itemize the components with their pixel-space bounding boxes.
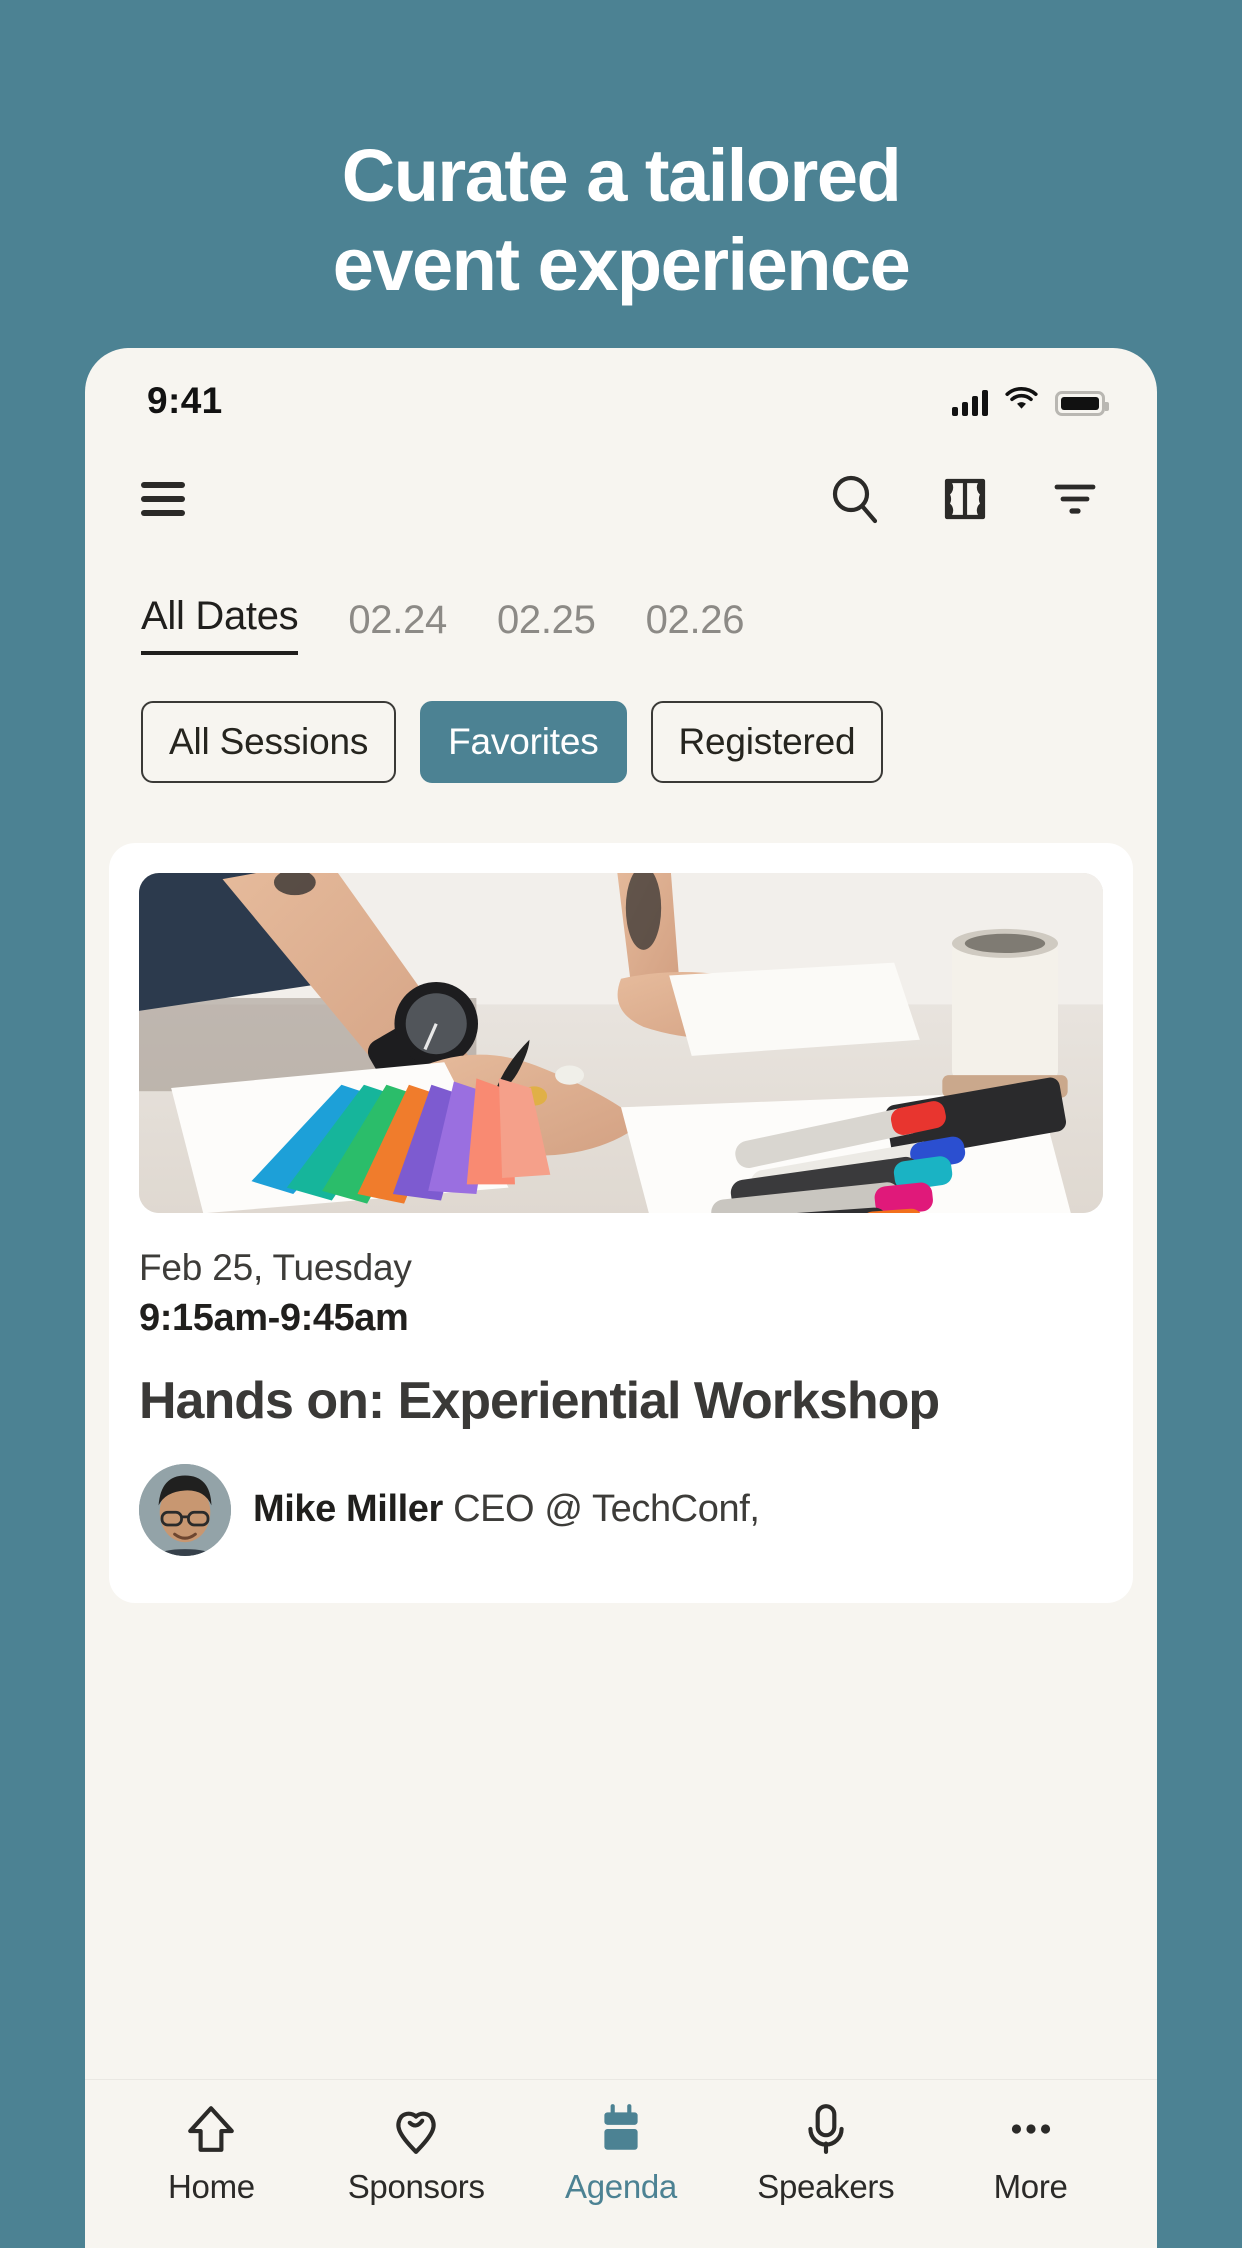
heart-pin-icon [389,2102,443,2156]
chip-all-sessions[interactable]: All Sessions [141,701,397,783]
hamburger-menu-icon[interactable] [141,482,185,516]
avatar [139,1464,231,1557]
home-icon [184,2102,238,2156]
date-tab-all-dates[interactable]: All Dates [141,594,299,655]
ellipsis-icon [1004,2102,1058,2156]
date-tab-0224[interactable]: 02.24 [348,598,447,655]
nav-item-more[interactable]: More [928,2102,1133,2206]
speaker-role: CEO @ TechConf, [453,1488,760,1531]
nav-label-more: More [993,2168,1068,2205]
phone-mockup: 9:41 All Dates 02.24 02.25 02.26 All Ses… [85,348,1157,2248]
nav-label-home: Home [167,2168,255,2205]
app-bar-actions [829,473,1101,525]
nav-item-sponsors[interactable]: Sponsors [314,2102,519,2206]
battery-full-icon [1055,391,1109,416]
session-card-image [139,873,1103,1213]
promo-headline-line2: event experience [332,222,911,306]
filter-icon[interactable] [1049,473,1101,525]
session-card-title: Hands on: Experiential Workshop [139,1372,940,1430]
search-icon[interactable] [829,473,881,525]
session-card[interactable]: Feb 25, Tuesday 9:15am-9:45am Hands on: … [109,843,1133,1603]
promo-headline-line1: Curate a tailored [341,134,902,217]
session-card-time: 9:15am-9:45am [139,1297,409,1339]
nav-item-agenda[interactable]: Agenda [519,2102,724,2206]
nav-label-sponsors: Sponsors [347,2168,485,2205]
nav-label-speakers: Speakers [757,2168,895,2205]
microphone-icon [799,2102,853,2156]
session-list: Feb 25, Tuesday 9:15am-9:45am Hands on: … [85,783,1157,1603]
bottom-navigation: Home Sponsors Agenda Speakers More [85,2080,1157,2248]
nav-item-speakers[interactable]: Speakers [723,2102,928,2206]
chip-favorites[interactable]: Favorites [420,701,627,783]
speaker-info: Mike Miller CEO @ TechConf, [253,1486,760,1534]
app-bar [85,440,1157,558]
date-tabs: All Dates 02.24 02.25 02.26 [85,558,1157,655]
session-card-speaker[interactable]: Mike Miller CEO @ TechConf, [139,1464,1103,1557]
nav-item-home[interactable]: Home [109,2102,314,2206]
chip-registered[interactable]: Registered [650,701,884,783]
date-tab-0225[interactable]: 02.25 [497,598,596,655]
status-bar-clock: 9:41 [147,380,223,421]
calendar-icon [594,2102,648,2156]
ticket-icon[interactable] [939,473,991,525]
date-tab-0226[interactable]: 02.26 [646,598,745,655]
session-card-date: Feb 25, Tuesday [139,1247,412,1288]
speaker-name: Mike Miller [253,1488,443,1531]
status-bar-icons [952,386,1109,416]
promo-headline: Curate a tailored event experience [0,132,1242,310]
filter-chips: All Sessions Favorites Registered [85,655,1157,783]
signal-bars-icon [952,390,988,416]
nav-label-agenda: Agenda [565,2168,677,2205]
status-bar: 9:41 [85,348,1157,440]
wifi-icon [1005,386,1038,416]
